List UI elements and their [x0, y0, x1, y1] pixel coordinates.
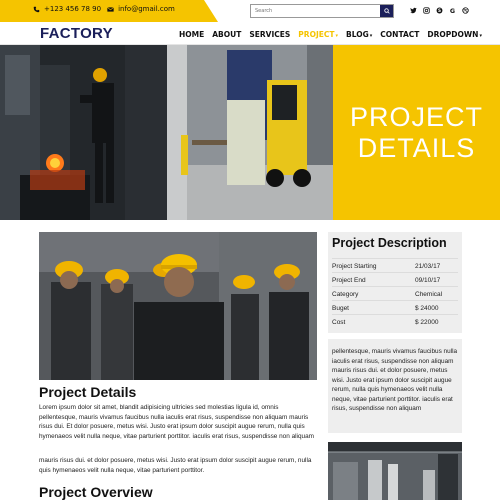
search-button[interactable]	[380, 5, 393, 17]
sidebar-text-card: pellentesque, mauris vivamus faucibus nu…	[328, 339, 462, 433]
svg-text:G: G	[450, 8, 455, 14]
desc-value: 21/03/17	[415, 263, 441, 270]
envelope-icon	[107, 6, 114, 12]
contact-info: +123 456 78 90 info@gmail.com	[33, 5, 181, 13]
desc-key: Category	[332, 291, 359, 298]
desc-row-category: Category Chemical	[332, 286, 458, 300]
desc-key: Project End	[332, 277, 366, 284]
twitter-link[interactable]	[407, 7, 420, 14]
desc-value: 09/10/17	[415, 277, 441, 284]
dribbble-icon	[462, 7, 469, 14]
nav-services-label: SERVICES	[249, 30, 291, 39]
desc-row-start: Project Starting 21/03/17	[332, 258, 458, 272]
dribbble-link[interactable]	[459, 7, 472, 14]
desc-row-end: Project End 09/10/17	[332, 272, 458, 286]
chevron-down-icon: ▾	[335, 33, 338, 39]
instagram-link[interactable]	[420, 7, 433, 14]
nav-blog-label: BLOG	[346, 30, 369, 39]
sidebar-paragraph: pellentesque, mauris vivamus faucibus nu…	[332, 348, 458, 412]
nav-project-label: PROJECT	[298, 30, 335, 39]
desc-key: Buget	[332, 305, 349, 312]
desc-key: Cost	[332, 319, 346, 326]
email-address: info@gmail.com	[118, 5, 175, 13]
hero-image-forklift	[167, 45, 333, 220]
nav-home[interactable]: HOME	[179, 30, 204, 39]
hero-title-line2: DETAILS	[357, 133, 476, 163]
hero-image-welder	[0, 45, 167, 220]
site-logo[interactable]: FACTORY	[40, 25, 113, 42]
desc-value: $ 22000	[415, 319, 439, 326]
desc-key: Project Starting	[332, 263, 377, 270]
hero-title: PROJECT DETAILS	[333, 102, 500, 164]
nav-dropdown[interactable]: DROPDOWN▾	[427, 30, 482, 39]
project-details-title: Project Details	[39, 384, 137, 400]
instagram-icon	[423, 7, 430, 14]
project-overview-title: Project Overview	[39, 484, 153, 500]
project-description-card: Project Description Project Starting 21/…	[328, 232, 462, 333]
desc-row-budget: Buget $ 24000	[332, 300, 458, 314]
nav-contact-label: CONTACT	[380, 30, 420, 39]
search-input[interactable]	[251, 5, 381, 17]
twitter-icon	[410, 7, 417, 14]
nav-home-label: HOME	[179, 30, 205, 39]
hero-banner: PROJECT DETAILS	[0, 45, 500, 220]
search-box	[250, 4, 394, 18]
nav-blog[interactable]: BLOG▾	[346, 30, 372, 39]
phone-contact[interactable]: +123 456 78 90	[33, 5, 101, 13]
nav-project[interactable]: PROJECT▾	[298, 30, 338, 39]
chevron-down-icon: ▾	[479, 33, 482, 39]
phone-icon	[33, 6, 40, 12]
site-header: FACTORY HOME ABOUT SERVICES PROJECT▾ BLO…	[0, 22, 500, 45]
desc-value: $ 24000	[415, 305, 439, 312]
google-link[interactable]: G	[446, 7, 459, 14]
skype-icon: S	[436, 7, 443, 14]
nav-contact[interactable]: CONTACT	[380, 30, 419, 39]
project-image-workers	[39, 232, 317, 380]
hero-title-line1: PROJECT	[349, 102, 483, 132]
nav-about[interactable]: ABOUT	[212, 30, 241, 39]
desc-value: Chemical	[415, 291, 443, 298]
chevron-down-icon: ▾	[369, 33, 373, 39]
email-contact[interactable]: info@gmail.com	[107, 5, 175, 13]
nav-about-label: ABOUT	[212, 30, 242, 39]
skype-link[interactable]: S	[433, 7, 446, 14]
social-links: S G	[407, 7, 472, 14]
project-details-paragraph-1: Lorem ipsum dolor sit amet, blandit adip…	[39, 404, 314, 440]
sidebar-image-factory	[328, 442, 462, 500]
project-description-title: Project Description	[332, 236, 447, 250]
project-details-paragraph-2: mauris risus dui. et dolor posuere, metu…	[39, 457, 312, 474]
top-bar: +123 456 78 90 info@gmail.com S G	[0, 0, 500, 22]
google-icon: G	[450, 8, 455, 14]
phone-number: +123 456 78 90	[44, 5, 102, 13]
main-nav: HOME ABOUT SERVICES PROJECT▾ BLOG▾ CONTA…	[179, 30, 490, 39]
search-icon	[383, 8, 390, 14]
desc-row-cost: Cost $ 22000	[332, 314, 458, 328]
nav-services[interactable]: SERVICES	[249, 30, 290, 39]
svg-text:S: S	[438, 8, 441, 13]
nav-dropdown-label: DROPDOWN	[427, 30, 479, 39]
